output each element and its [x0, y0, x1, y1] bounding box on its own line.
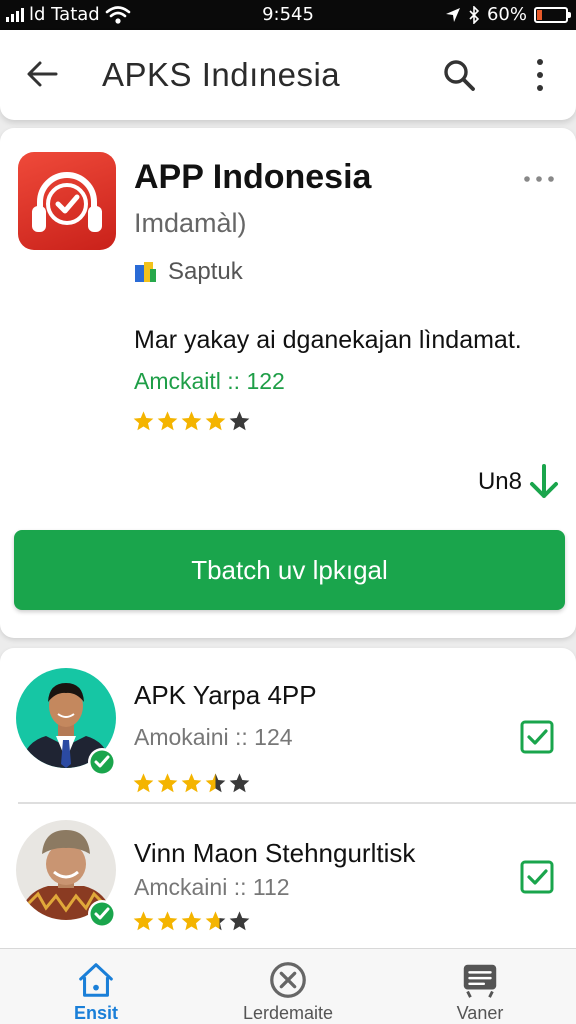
nav-cancel-label: Lerdemaite — [242, 1003, 334, 1023]
location-icon — [445, 7, 460, 22]
developer-icon — [135, 262, 156, 282]
item-count: Amckaini :: 112 — [134, 874, 290, 900]
list-item[interactable]: APK Yarpa 4PP Amokaini :: 124 — [0, 668, 576, 798]
item-count: Amokaini :: 124 — [134, 724, 293, 750]
app-detail-card: APP Indonesia Imdamàl) Saptuk Mar yakay … — [0, 128, 576, 638]
app-bar: APKS Indınesia — [0, 30, 576, 120]
nav-list[interactable]: Vaner — [384, 949, 576, 1024]
star-filled-icon — [205, 411, 226, 431]
search-icon[interactable] — [440, 56, 478, 94]
page-title: APKS Indınesia — [102, 56, 341, 93]
star-filled-icon — [133, 773, 154, 793]
back-arrow-icon[interactable] — [22, 54, 62, 94]
app-download-count: Amckaitl :: 122 — [134, 368, 285, 394]
star-half-icon — [205, 911, 226, 931]
cancel-icon — [270, 962, 306, 998]
nav-home[interactable]: Ensit — [0, 949, 192, 1024]
star-filled-icon — [133, 911, 154, 931]
star-empty-icon — [229, 911, 250, 931]
list-icon — [463, 964, 497, 998]
download-arrow-icon — [530, 464, 558, 498]
download-size: Un8 — [477, 468, 522, 495]
star-filled-icon — [157, 411, 178, 431]
developer-name: Saptuk — [168, 258, 243, 285]
star-half-icon — [205, 773, 226, 793]
app-description: Mar yakay ai dganekajan lìndamat. — [134, 326, 522, 354]
item-title: Vinn Maon Stehngurltisk — [134, 838, 416, 868]
install-button[interactable]: Tbatch uv lpkıgal — [14, 530, 565, 610]
rating-stars — [132, 772, 251, 794]
bottom-navigation: Ensit Lerdemaite Vaner — [0, 948, 576, 1024]
more-vert-icon[interactable] — [527, 54, 553, 96]
headphones-check-icon[interactable] — [18, 152, 116, 250]
star-filled-icon — [157, 773, 178, 793]
download-row[interactable]: Un8 — [478, 464, 560, 500]
avatar[interactable] — [16, 820, 116, 930]
home-icon — [79, 963, 113, 997]
nav-list-label: Vaner — [456, 1003, 504, 1023]
star-empty-icon — [229, 773, 250, 793]
avatar[interactable] — [16, 668, 116, 778]
item-title: APK Yarpa 4PP — [134, 680, 317, 710]
star-empty-icon — [229, 411, 250, 431]
star-filled-icon — [181, 411, 202, 431]
status-bar: ld Tatad 9:545 60% — [0, 0, 576, 30]
battery-percent: 60% — [486, 4, 527, 25]
star-filled-icon — [181, 911, 202, 931]
rating-stars — [132, 410, 251, 432]
star-filled-icon — [181, 773, 202, 793]
star-filled-icon — [157, 911, 178, 931]
checkbox-checked-icon[interactable] — [520, 860, 554, 894]
battery-icon — [534, 6, 571, 23]
battery-level — [537, 9, 543, 20]
related-apps-list: APK Yarpa 4PP Amokaini :: 124 Vinn Maon … — [0, 648, 576, 948]
developer[interactable]: Saptuk — [134, 258, 243, 286]
nav-cancel[interactable]: Lerdemaite — [192, 949, 384, 1024]
rating-stars — [132, 910, 251, 932]
bluetooth-icon — [469, 5, 480, 24]
divider — [18, 802, 576, 804]
app-name: APP Indonesia — [134, 158, 372, 196]
more-horiz-icon[interactable] — [522, 174, 556, 184]
list-item[interactable]: Vinn Maon Stehngurltisk Amckaini :: 112 — [0, 820, 576, 950]
app-subtitle: Imdamàl) — [134, 208, 247, 238]
star-filled-icon — [133, 411, 154, 431]
nav-home-label: Ensit — [73, 1003, 118, 1023]
checkbox-checked-icon[interactable] — [520, 720, 554, 754]
